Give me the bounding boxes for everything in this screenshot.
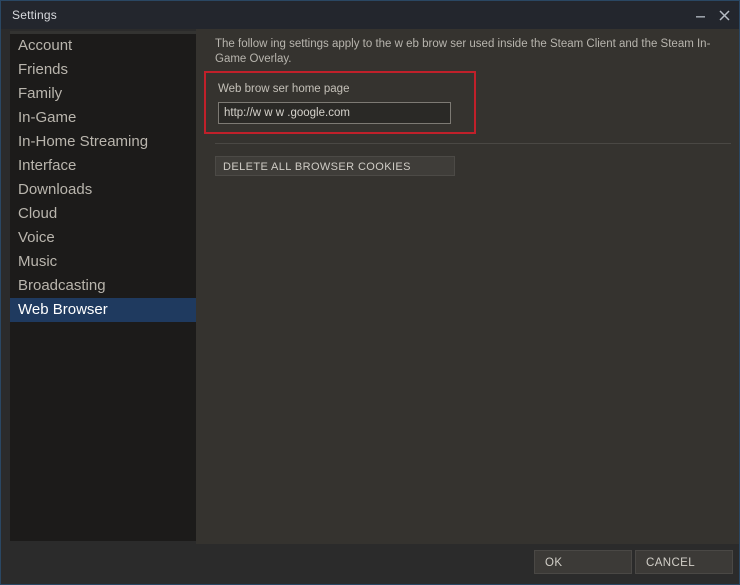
dialog-body: Account Friends Family In-Game In-Home S…	[1, 29, 739, 544]
sidebar-item-web-browser[interactable]: Web Browser	[10, 298, 196, 322]
minimize-icon	[695, 10, 706, 21]
ok-button[interactable]: OK	[534, 550, 632, 574]
sidebar-item-cloud[interactable]: Cloud	[10, 202, 196, 226]
sidebar-item-in-game[interactable]: In-Game	[10, 106, 196, 130]
sidebar-item-interface[interactable]: Interface	[10, 154, 196, 178]
sidebar-item-voice[interactable]: Voice	[10, 226, 196, 250]
sidebar-item-account[interactable]: Account	[10, 34, 196, 58]
section-divider	[215, 143, 731, 144]
window-title: Settings	[12, 8, 57, 22]
sidebar-item-music[interactable]: Music	[10, 250, 196, 274]
home-page-input[interactable]	[218, 102, 451, 124]
window-controls	[689, 1, 735, 29]
dialog-footer: OK CANCEL	[1, 544, 739, 584]
minimize-button[interactable]	[689, 4, 711, 26]
settings-window: Settings Account Friends Family In-Game …	[0, 0, 740, 585]
delete-all-browser-cookies-button[interactable]: DELETE ALL BROWSER COOKIES	[215, 156, 455, 176]
panel-description: The follow ing settings apply to the w e…	[215, 38, 711, 65]
sidebar-item-family[interactable]: Family	[10, 82, 196, 106]
home-page-label: Web brow ser home page	[218, 83, 350, 95]
sidebar-item-broadcasting[interactable]: Broadcasting	[10, 274, 196, 298]
title-bar: Settings	[1, 1, 739, 29]
cancel-button[interactable]: CANCEL	[635, 550, 733, 574]
close-button[interactable]	[713, 4, 735, 26]
settings-panel-web-browser: The follow ing settings apply to the w e…	[196, 29, 739, 544]
sidebar-item-downloads[interactable]: Downloads	[10, 178, 196, 202]
settings-sidebar[interactable]: Account Friends Family In-Game In-Home S…	[10, 31, 196, 541]
close-icon	[718, 9, 731, 22]
sidebar-item-friends[interactable]: Friends	[10, 58, 196, 82]
sidebar-item-in-home-streaming[interactable]: In-Home Streaming	[10, 130, 196, 154]
